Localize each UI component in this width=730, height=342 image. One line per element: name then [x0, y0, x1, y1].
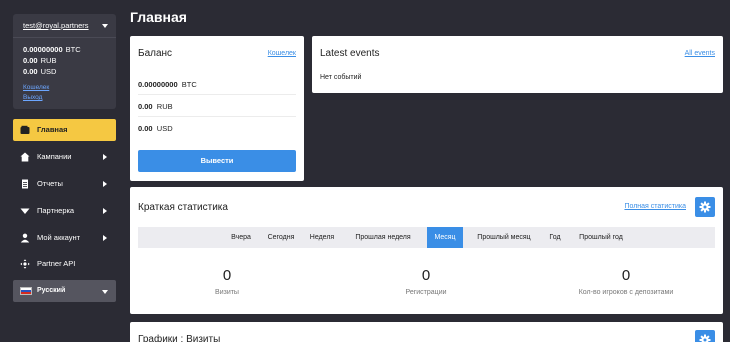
language-label: Русский: [37, 287, 66, 294]
balance-row-btc: 0.00000000 BTC: [138, 73, 296, 95]
balance-row-rub: 0.00 RUB: [138, 95, 296, 117]
sidebar-item-home[interactable]: Главная: [13, 119, 116, 141]
registrations-label: Регистрации: [405, 289, 447, 296]
visits-label: Визиты: [215, 289, 239, 296]
api-icon: [20, 259, 30, 269]
sidebar: test@royal.partners 0.00000000 BTC 0.00 RU…: [0, 0, 124, 342]
tab-today[interactable]: Сегодня: [259, 227, 303, 248]
stats-title: Краткая статистика: [138, 202, 228, 213]
balance-title: Баланс: [138, 48, 173, 59]
balance-wallet-link[interactable]: Кошелек: [268, 50, 296, 57]
chevron-right-icon: [103, 154, 107, 160]
visits-value: 0: [222, 267, 232, 284]
sidebar-item-partner-api[interactable]: Partner API: [13, 253, 116, 275]
gear-icon: [699, 201, 711, 213]
home-icon: [20, 152, 30, 162]
wallet-icon: [20, 125, 30, 135]
no-events-text: Нет событий: [320, 74, 362, 81]
sidebar-item-label: Отчеты: [37, 179, 63, 188]
tab-week[interactable]: Неделя: [303, 227, 341, 248]
sidebar-item-label: Мой аккаунт: [37, 233, 81, 242]
depositors-value: 0: [621, 267, 631, 284]
tab-last-week[interactable]: Прошлая неделя: [341, 227, 425, 248]
caret-down-icon[interactable]: [102, 24, 108, 28]
logout-link[interactable]: Выход: [23, 94, 42, 101]
sidebar-balance-usd: 0.00 USD: [23, 67, 57, 76]
sidebar-item-reports[interactable]: Отчеты: [13, 173, 116, 195]
chevron-right-icon: [103, 235, 107, 241]
user-icon: [20, 233, 30, 243]
report-icon: [20, 179, 30, 189]
language-select[interactable]: Русский: [13, 280, 116, 302]
tab-month[interactable]: Месяц: [427, 227, 463, 248]
sidebar-item-label: Кампании: [37, 152, 72, 161]
latest-events-card: Latest events All events Нет событий: [312, 36, 723, 93]
sidebar-item-my-account[interactable]: Мой аккаунт: [13, 227, 116, 249]
sidebar-item-label: Партнерка: [37, 206, 75, 215]
tab-last-month[interactable]: Прошлый месяц: [465, 227, 543, 248]
registrations-value: 0: [421, 267, 431, 284]
page-title: Главная: [130, 9, 187, 25]
sidebar-item-partnership[interactable]: Партнерка: [13, 200, 116, 222]
sidebar-item-campaigns[interactable]: Кампании: [13, 146, 116, 168]
withdraw-button[interactable]: Вывести: [138, 150, 296, 172]
russia-flag-icon: [20, 287, 32, 295]
sidebar-item-label: Partner API: [37, 259, 76, 268]
account-email[interactable]: test@royal.partners: [23, 21, 89, 30]
balance-card: Баланс Кошелек 0.00000000 BTC 0.00 RUB 0…: [130, 36, 304, 181]
chevron-right-icon: [103, 208, 107, 214]
tab-last-year[interactable]: Прошлый год: [567, 227, 635, 248]
chevron-right-icon: [103, 181, 107, 187]
graphs-settings-button[interactable]: [695, 330, 715, 342]
sidebar-item-label: Главная: [37, 125, 68, 134]
gear-icon: [699, 334, 711, 342]
full-stats-link[interactable]: Полная статистика: [624, 203, 686, 210]
events-title: Latest events: [320, 48, 380, 59]
down-triangle-icon: [20, 206, 30, 216]
graphs-title: Графики : Визиты: [138, 334, 221, 342]
graphs-card: Графики : Визиты: [130, 322, 723, 342]
sidebar-balance-btc: 0.00000000 BTC: [23, 45, 81, 54]
sidebar-wallet-link[interactable]: Кошелек: [23, 84, 49, 91]
balance-row-usd: 0.00 USD: [138, 124, 173, 133]
caret-down-icon: [102, 290, 108, 294]
tab-yesterday[interactable]: Вчера: [223, 227, 259, 248]
tab-year[interactable]: Год: [543, 227, 567, 248]
account-panel: test@royal.partners 0.00000000 BTC 0.00 RU…: [13, 14, 116, 109]
short-stats-card: Краткая статистика Полная статистика Вче…: [130, 187, 723, 314]
sidebar-balance-rub: 0.00 RUB: [23, 56, 57, 65]
period-tabs: Вчера Сегодня Неделя Прошлая неделя Меся…: [138, 227, 715, 248]
stats-settings-button[interactable]: [695, 197, 715, 217]
depositors-label: Кол-во игроков с депозитами: [578, 289, 674, 296]
all-events-link[interactable]: All events: [685, 50, 715, 57]
account-dropdown[interactable]: test@royal.partners: [13, 14, 116, 38]
